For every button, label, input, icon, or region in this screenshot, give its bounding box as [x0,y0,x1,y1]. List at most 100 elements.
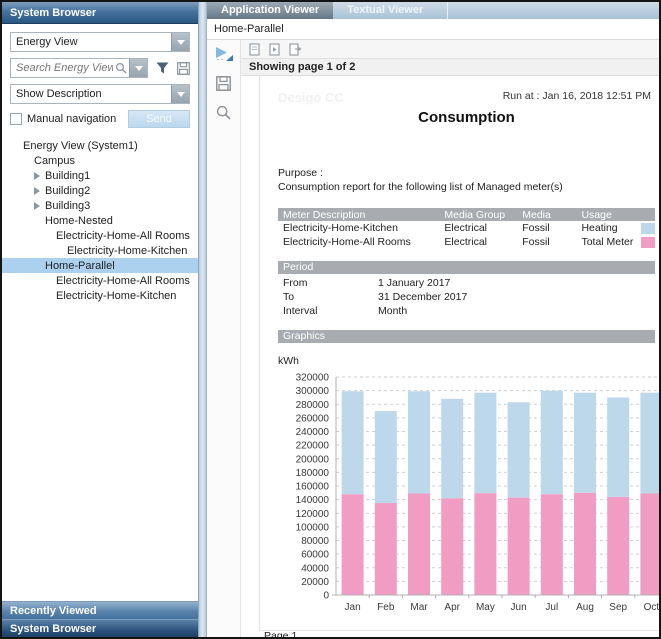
tree-item[interactable]: Building3 [2,198,198,213]
collapsed-arrow-icon[interactable] [32,202,42,210]
svg-text:240000: 240000 [296,427,330,438]
zoom-icon[interactable] [216,105,231,120]
search-box[interactable] [10,58,148,78]
svg-text:0: 0 [323,591,329,602]
browser-controls: Energy View [2,24,198,134]
tree-item-label: Building2 [42,185,90,197]
tree-item[interactable]: Building2 [2,183,198,198]
run-at-timestamp: Run at : Jan 16, 2018 12:51 PM [503,90,655,102]
svg-text:60000: 60000 [301,550,329,561]
tree-item[interactable]: Energy View (System1) [2,138,198,153]
page-toolbar [241,40,659,59]
page-icon[interactable] [249,43,260,56]
view-select-value: Energy View [11,36,171,48]
meter-table-header: Meter DescriptionMedia GroupMediaUsage [278,208,655,221]
svg-text:Sep: Sep [609,602,627,613]
search-icon[interactable] [113,62,129,74]
svg-text:220000: 220000 [296,441,330,452]
energy-view-tree: Energy View (System1) Campus Building1 Buil… [2,134,198,601]
series-color-swatch [641,237,655,248]
tree-item[interactable]: Electricity-Home-All Rooms [2,228,198,243]
system-browser-bar[interactable]: System Browser [2,619,198,637]
manual-navigation-checkbox[interactable] [10,113,22,125]
save-filter-icon[interactable] [177,62,190,75]
period-row: IntervalMonth [278,304,655,318]
tree-item[interactable]: Electricity-Home-Kitchen [2,288,198,303]
column-header: Media Group [439,208,517,221]
description-select[interactable]: Show Description [10,84,190,104]
svg-text:140000: 140000 [296,495,330,506]
svg-text:Jun: Jun [511,602,527,613]
tree-item-label: Electricity-Home-All Rooms [53,230,190,242]
page-next-icon[interactable] [269,43,280,56]
svg-text:Jul: Jul [545,602,558,613]
search-chevron-down-icon[interactable] [129,59,147,77]
showing-page-status: Showing page 1 of 2 [241,59,659,76]
view-select[interactable]: Energy View [10,32,190,52]
svg-text:280000: 280000 [296,400,330,411]
column-header: Media [517,208,576,221]
graphics-section-header: Graphics [278,330,655,343]
collapsed-arrow-icon[interactable] [32,172,42,180]
tree-item-label: Home-Parallel [42,260,115,272]
tab-application-viewer[interactable]: Application Viewer [207,2,333,19]
tree-item-label: Campus [31,155,75,167]
svg-text:20000: 20000 [301,577,329,588]
save-report-icon[interactable] [216,76,231,91]
viewer-side-toolbar [207,40,241,637]
page-export-icon[interactable] [289,43,302,56]
app-window: System Browser Energy View [0,0,661,639]
period-row: To31 December 2017 [278,290,655,304]
document-title: Home-Parallel [207,19,659,40]
tree-item[interactable]: Campus [2,153,198,168]
purpose-label: Purpose : [278,166,655,180]
tree-item[interactable]: Home-Nested [2,213,198,228]
column-header: Usage [576,208,636,221]
purpose-text: Consumption report for the following lis… [278,180,655,194]
column-header: Meter Description [278,208,439,221]
tree-item-label: Home-Nested [42,215,113,227]
system-browser-panel: System Browser Energy View [2,2,199,637]
run-report-icon[interactable] [214,46,234,62]
tree-item-label: Electricity-Home-All Rooms [53,275,190,287]
tree-item[interactable]: Electricity-Home-Kitchen [2,243,198,258]
consumption-chart: 0200004000060000800001000001200001400001… [278,369,655,624]
tree-item[interactable]: Electricity-Home-All Rooms [2,273,198,288]
svg-text:200000: 200000 [296,454,330,465]
svg-text:Mar: Mar [410,602,428,613]
tree-item-label: Electricity-Home-Kitchen [53,290,176,302]
series-color-swatch [641,223,655,234]
svg-text:80000: 80000 [301,536,329,547]
description-select-value: Show Description [11,88,171,100]
description-chevron-down-icon[interactable] [171,85,189,103]
svg-text:Apr: Apr [444,602,460,613]
tree-item-label: Building1 [42,170,90,182]
svg-text:Aug: Aug [576,602,594,613]
svg-text:300000: 300000 [296,386,330,397]
send-button[interactable]: Send [128,110,190,128]
panel-splitter[interactable] [199,2,207,637]
collapsed-arrow-icon[interactable] [32,187,42,195]
tree-item[interactable]: Home-Parallel [2,258,198,273]
filter-icon[interactable] [156,62,169,74]
tree-item[interactable]: Building1 [2,168,198,183]
tab-textual-viewer[interactable]: Textual Viewer [333,2,437,19]
tab-separator [447,2,448,19]
tree-item-label: Building3 [42,200,90,212]
report-viewport: Desigo CC Run at : Jan 16, 2018 12:51 PM… [241,76,659,637]
viewer-tabs: Application Viewer Textual Viewer [207,2,659,19]
viewer-panel: Application Viewer Textual Viewer Home-P… [207,2,659,637]
svg-text:180000: 180000 [296,468,330,479]
recently-viewed-bar[interactable]: Recently Viewed [2,601,198,619]
chevron-down-icon[interactable] [171,33,189,51]
chart-unit-label: kWh [278,355,655,367]
svg-text:120000: 120000 [296,509,330,520]
search-input[interactable] [11,62,113,74]
report-logo-watermark: Desigo CC [278,90,344,105]
svg-text:Oct: Oct [644,602,659,613]
tree-item-label: Energy View (System1) [20,140,138,152]
svg-text:Jan: Jan [345,602,361,613]
report-page: Desigo CC Run at : Jan 16, 2018 12:51 PM… [259,76,659,631]
svg-text:260000: 260000 [296,413,330,424]
panel-title: System Browser [2,2,198,24]
